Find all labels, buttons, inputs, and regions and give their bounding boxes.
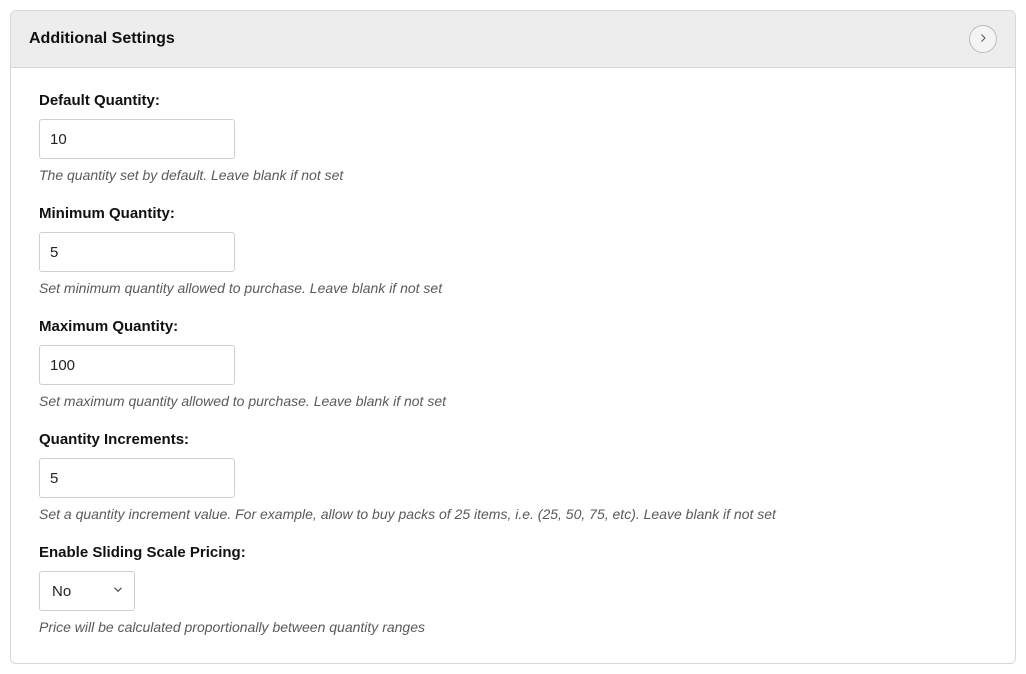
quantity-increments-help: Set a quantity increment value. For exam… (39, 506, 987, 522)
minimum-quantity-field: Minimum Quantity: Set minimum quantity a… (39, 205, 987, 296)
sliding-scale-help: Price will be calculated proportionally … (39, 619, 987, 635)
quantity-increments-field: Quantity Increments: Set a quantity incr… (39, 431, 987, 522)
minimum-quantity-input[interactable] (39, 232, 235, 272)
sliding-scale-select-wrap: No (39, 571, 135, 611)
additional-settings-panel: Additional Settings Default Quantity: Th… (10, 10, 1016, 664)
default-quantity-field: Default Quantity: The quantity set by de… (39, 92, 987, 183)
sliding-scale-select[interactable]: No (39, 571, 135, 611)
default-quantity-input[interactable] (39, 119, 235, 159)
maximum-quantity-label: Maximum Quantity: (39, 318, 987, 335)
collapse-toggle-button[interactable] (969, 25, 997, 53)
maximum-quantity-help: Set maximum quantity allowed to purchase… (39, 393, 987, 409)
quantity-increments-input[interactable] (39, 458, 235, 498)
maximum-quantity-input[interactable] (39, 345, 235, 385)
sliding-scale-label: Enable Sliding Scale Pricing: (39, 544, 987, 561)
panel-title: Additional Settings (29, 30, 175, 48)
sliding-scale-field: Enable Sliding Scale Pricing: No Price w… (39, 544, 987, 635)
panel-body: Default Quantity: The quantity set by de… (11, 68, 1015, 663)
default-quantity-help: The quantity set by default. Leave blank… (39, 167, 987, 183)
minimum-quantity-help: Set minimum quantity allowed to purchase… (39, 280, 987, 296)
default-quantity-label: Default Quantity: (39, 92, 987, 109)
panel-header: Additional Settings (11, 11, 1015, 68)
minimum-quantity-label: Minimum Quantity: (39, 205, 987, 222)
chevron-right-icon (977, 31, 989, 47)
maximum-quantity-field: Maximum Quantity: Set maximum quantity a… (39, 318, 987, 409)
quantity-increments-label: Quantity Increments: (39, 431, 987, 448)
